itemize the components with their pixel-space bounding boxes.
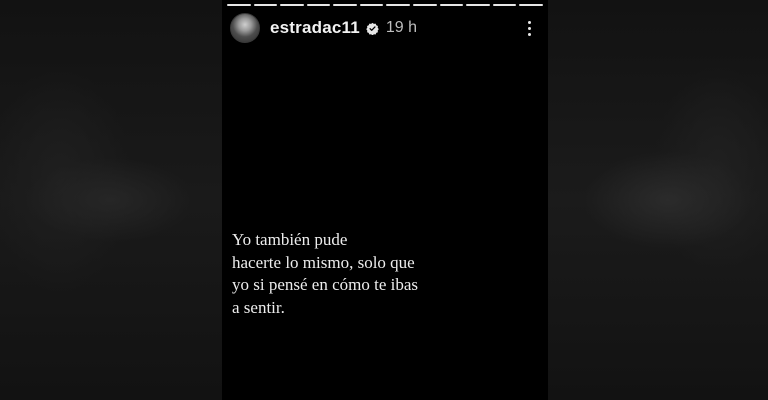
progress-segment (227, 4, 251, 6)
verified-badge-icon (366, 22, 379, 35)
story-viewer: estradac11 19 h Yo también pude hacerte … (0, 0, 768, 400)
progress-segment (253, 4, 278, 6)
more-options-icon[interactable] (518, 14, 540, 42)
story-timestamp: 19 h (385, 19, 418, 36)
blurred-background-left (0, 0, 222, 400)
progress-segment (333, 4, 357, 6)
progress-segment (280, 4, 304, 6)
more-dot (527, 32, 531, 36)
story-frame[interactable]: estradac11 19 h Yo también pude hacerte … (222, 0, 548, 400)
story-progress-bar (227, 4, 543, 7)
progress-segment (413, 4, 437, 6)
more-dot (527, 26, 531, 30)
story-text: Yo también pude hacerte lo mismo, solo q… (232, 230, 419, 317)
progress-segment (439, 4, 464, 6)
progress-segment (306, 4, 331, 6)
progress-segment (519, 4, 543, 6)
progress-segment (359, 4, 384, 6)
progress-segment (466, 4, 490, 6)
blurred-background-right (548, 0, 768, 400)
username[interactable]: estradac11 (270, 18, 360, 38)
more-dot (527, 20, 531, 24)
progress-segment (492, 4, 517, 6)
progress-segment (386, 4, 411, 6)
avatar[interactable] (230, 13, 260, 43)
story-header: estradac11 19 h (230, 12, 540, 44)
